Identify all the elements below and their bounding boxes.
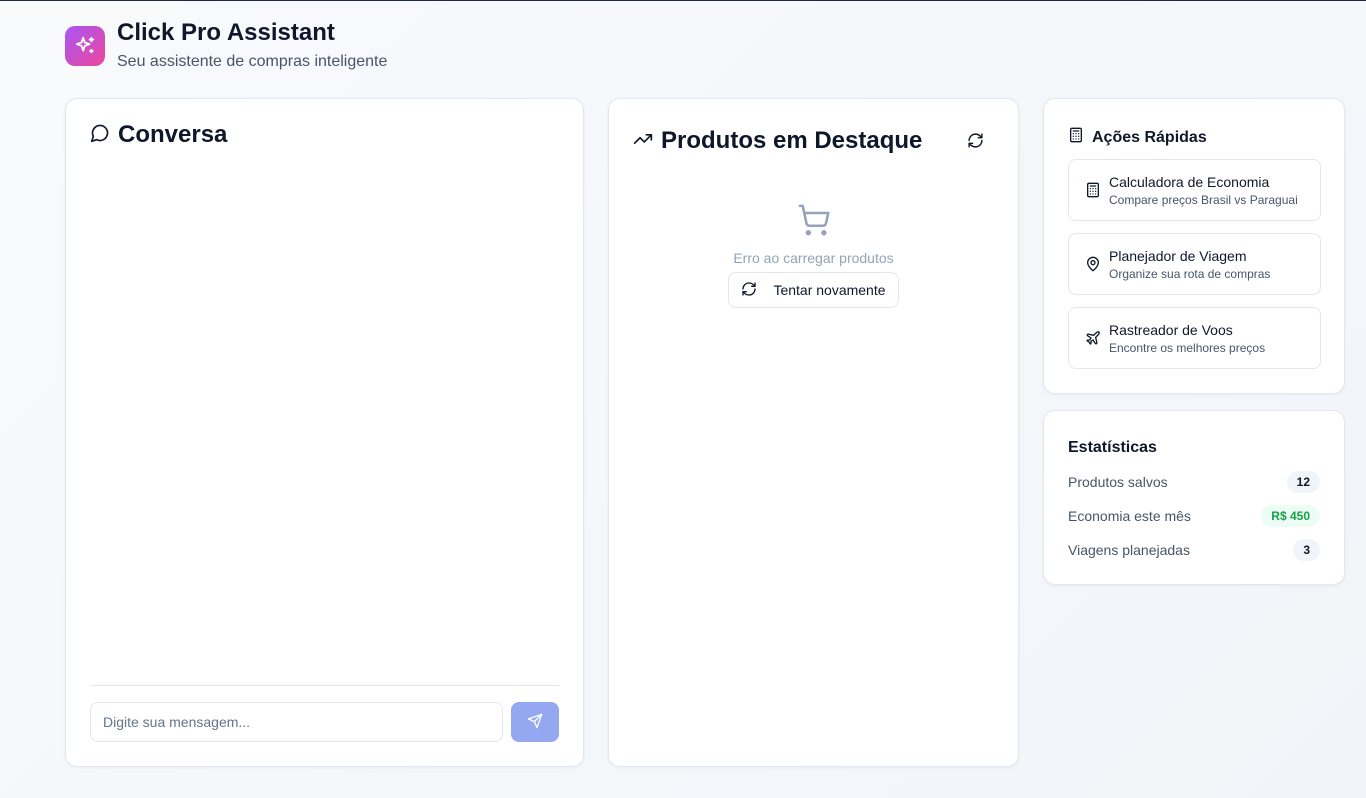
stat-row: Produtos salvos 12: [1068, 471, 1320, 493]
sparkles-icon: [65, 26, 105, 66]
products-error-message: Erro ao carregar produtos: [733, 250, 894, 266]
refresh-icon: [741, 281, 757, 300]
stat-label: Viagens planejadas: [1068, 542, 1190, 558]
chat-panel: Conversa: [65, 98, 584, 767]
chat-divider: [90, 685, 559, 686]
action-name: Planejador de Viagem: [1109, 247, 1247, 264]
quick-actions-title: Ações Rápidas: [1092, 128, 1207, 146]
action-flight-tracker[interactable]: Rastreador de Voos Encontre os melhores …: [1068, 307, 1321, 369]
app-header: Click Pro Assistant Seu assistente de co…: [65, 19, 387, 71]
action-savings-calculator[interactable]: Calculadora de Economia Compare preços B…: [1068, 159, 1321, 221]
chat-title: Conversa: [118, 121, 228, 148]
stat-label: Produtos salvos: [1068, 474, 1168, 490]
stats-panel: Estatísticas Produtos salvos 12 Economia…: [1043, 410, 1345, 585]
action-trip-planner[interactable]: Planejador de Viagem Organize sua rota d…: [1068, 233, 1321, 295]
shopping-cart-icon: [797, 203, 831, 242]
action-name: Calculadora de Economia: [1109, 173, 1270, 190]
refresh-icon: [967, 132, 984, 154]
products-empty-state: Erro ao carregar produtos Tentar novamen…: [609, 203, 1018, 308]
featured-products-panel: Produtos em Destaque Erro ao carregar pr…: [608, 98, 1019, 767]
app-title: Click Pro Assistant: [117, 19, 335, 46]
trending-up-icon: [633, 129, 653, 154]
stat-badge: R$ 450: [1261, 505, 1320, 527]
plane-icon: [1085, 330, 1101, 346]
stat-row: Economia este mês R$ 450: [1068, 505, 1320, 527]
stat-label: Economia este mês: [1068, 508, 1191, 524]
stat-badge: 12: [1286, 471, 1320, 493]
retry-button[interactable]: Tentar novamente: [728, 272, 899, 308]
retry-button-label: Tentar novamente: [773, 282, 886, 298]
action-description: Organize sua rota de compras: [1109, 266, 1271, 281]
send-icon: [527, 713, 543, 732]
action-description: Encontre os melhores preços: [1109, 340, 1266, 355]
action-description: Compare preços Brasil vs Paraguai: [1109, 192, 1298, 207]
stat-badge: 3: [1293, 539, 1320, 561]
stat-row: Viagens planejadas 3: [1068, 539, 1320, 561]
app-subtitle: Seu assistente de compras inteligente: [117, 53, 388, 70]
message-circle-icon: [90, 123, 110, 148]
stats-title: Estatísticas: [1068, 439, 1157, 456]
products-title: Produtos em Destaque: [661, 127, 923, 154]
calculator-icon: [1085, 182, 1101, 198]
refresh-products-button[interactable]: [961, 129, 989, 157]
quick-actions-panel: Ações Rápidas Calculadora de Economia Co…: [1043, 98, 1345, 394]
message-input[interactable]: [90, 702, 503, 742]
send-button[interactable]: [511, 702, 559, 742]
map-pin-icon: [1085, 256, 1101, 272]
calculator-icon: [1068, 127, 1084, 148]
action-name: Rastreador de Voos: [1109, 321, 1233, 338]
